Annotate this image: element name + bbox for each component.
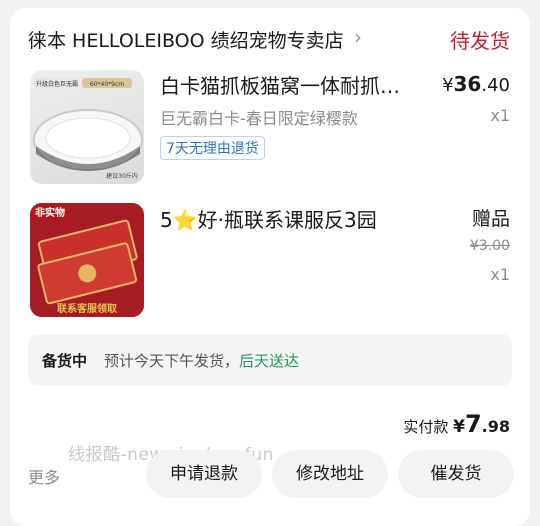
- thumb-label-bottom: 建议30斤内: [106, 172, 138, 180]
- store-name[interactable]: 徕本 HELLOLEIBOO 绩绍宠物专卖店: [28, 26, 344, 53]
- product-price: ¥36.40: [442, 72, 510, 96]
- product-image-cat-scratcher[interactable]: 升级白色巨无霸 60*40*9cm 建议30斤内: [30, 70, 144, 184]
- product-variant: 巨无霸白卡-春日限定绿樱款: [160, 109, 358, 128]
- urge-shipping-button[interactable]: 催发货: [398, 450, 514, 498]
- gift-image[interactable]: 非实物 联系客服领取: [30, 203, 144, 317]
- gift-quantity: x1: [490, 265, 510, 284]
- product-quantity: x1: [490, 106, 510, 125]
- original-price: ¥3.00: [469, 238, 510, 254]
- product-title[interactable]: 白卡猫抓板猫窝一体耐抓…: [160, 70, 422, 99]
- paid-amount: 实付款 ¥7.98: [403, 410, 510, 438]
- gift-footer: 联系客服领取: [57, 302, 118, 315]
- gift-label: 赠品: [471, 208, 510, 230]
- shipping-status-box: 备货中 预计今天下午发货，后天送达: [28, 334, 512, 386]
- thumb-label-top: 升级白色巨无霸: [36, 80, 78, 88]
- thumb-label-size: 60*40*9cm: [90, 81, 124, 88]
- more-button[interactable]: 更多: [28, 464, 60, 488]
- return-policy-tag: 7天无理由退货: [160, 136, 265, 160]
- delivery-eta: 后天送达: [239, 352, 300, 370]
- order-status: 待发货: [450, 29, 510, 53]
- order-card: 徕本 HELLOLEIBOO 绩绍宠物专卖店 › 待发货 升级白色巨无霸 60*…: [10, 8, 530, 526]
- gift-badge: 非实物: [35, 206, 65, 219]
- request-refund-button[interactable]: 申请退款: [146, 450, 262, 498]
- chevron-right-icon[interactable]: ›: [354, 25, 362, 49]
- gift-title[interactable]: 5⭐好·瓶联系课服反3园: [160, 204, 460, 233]
- shipping-label: 备货中: [42, 352, 88, 370]
- change-address-button[interactable]: 修改地址: [272, 450, 388, 498]
- shipping-estimate: 预计今天下午发货，后天送达: [104, 352, 300, 370]
